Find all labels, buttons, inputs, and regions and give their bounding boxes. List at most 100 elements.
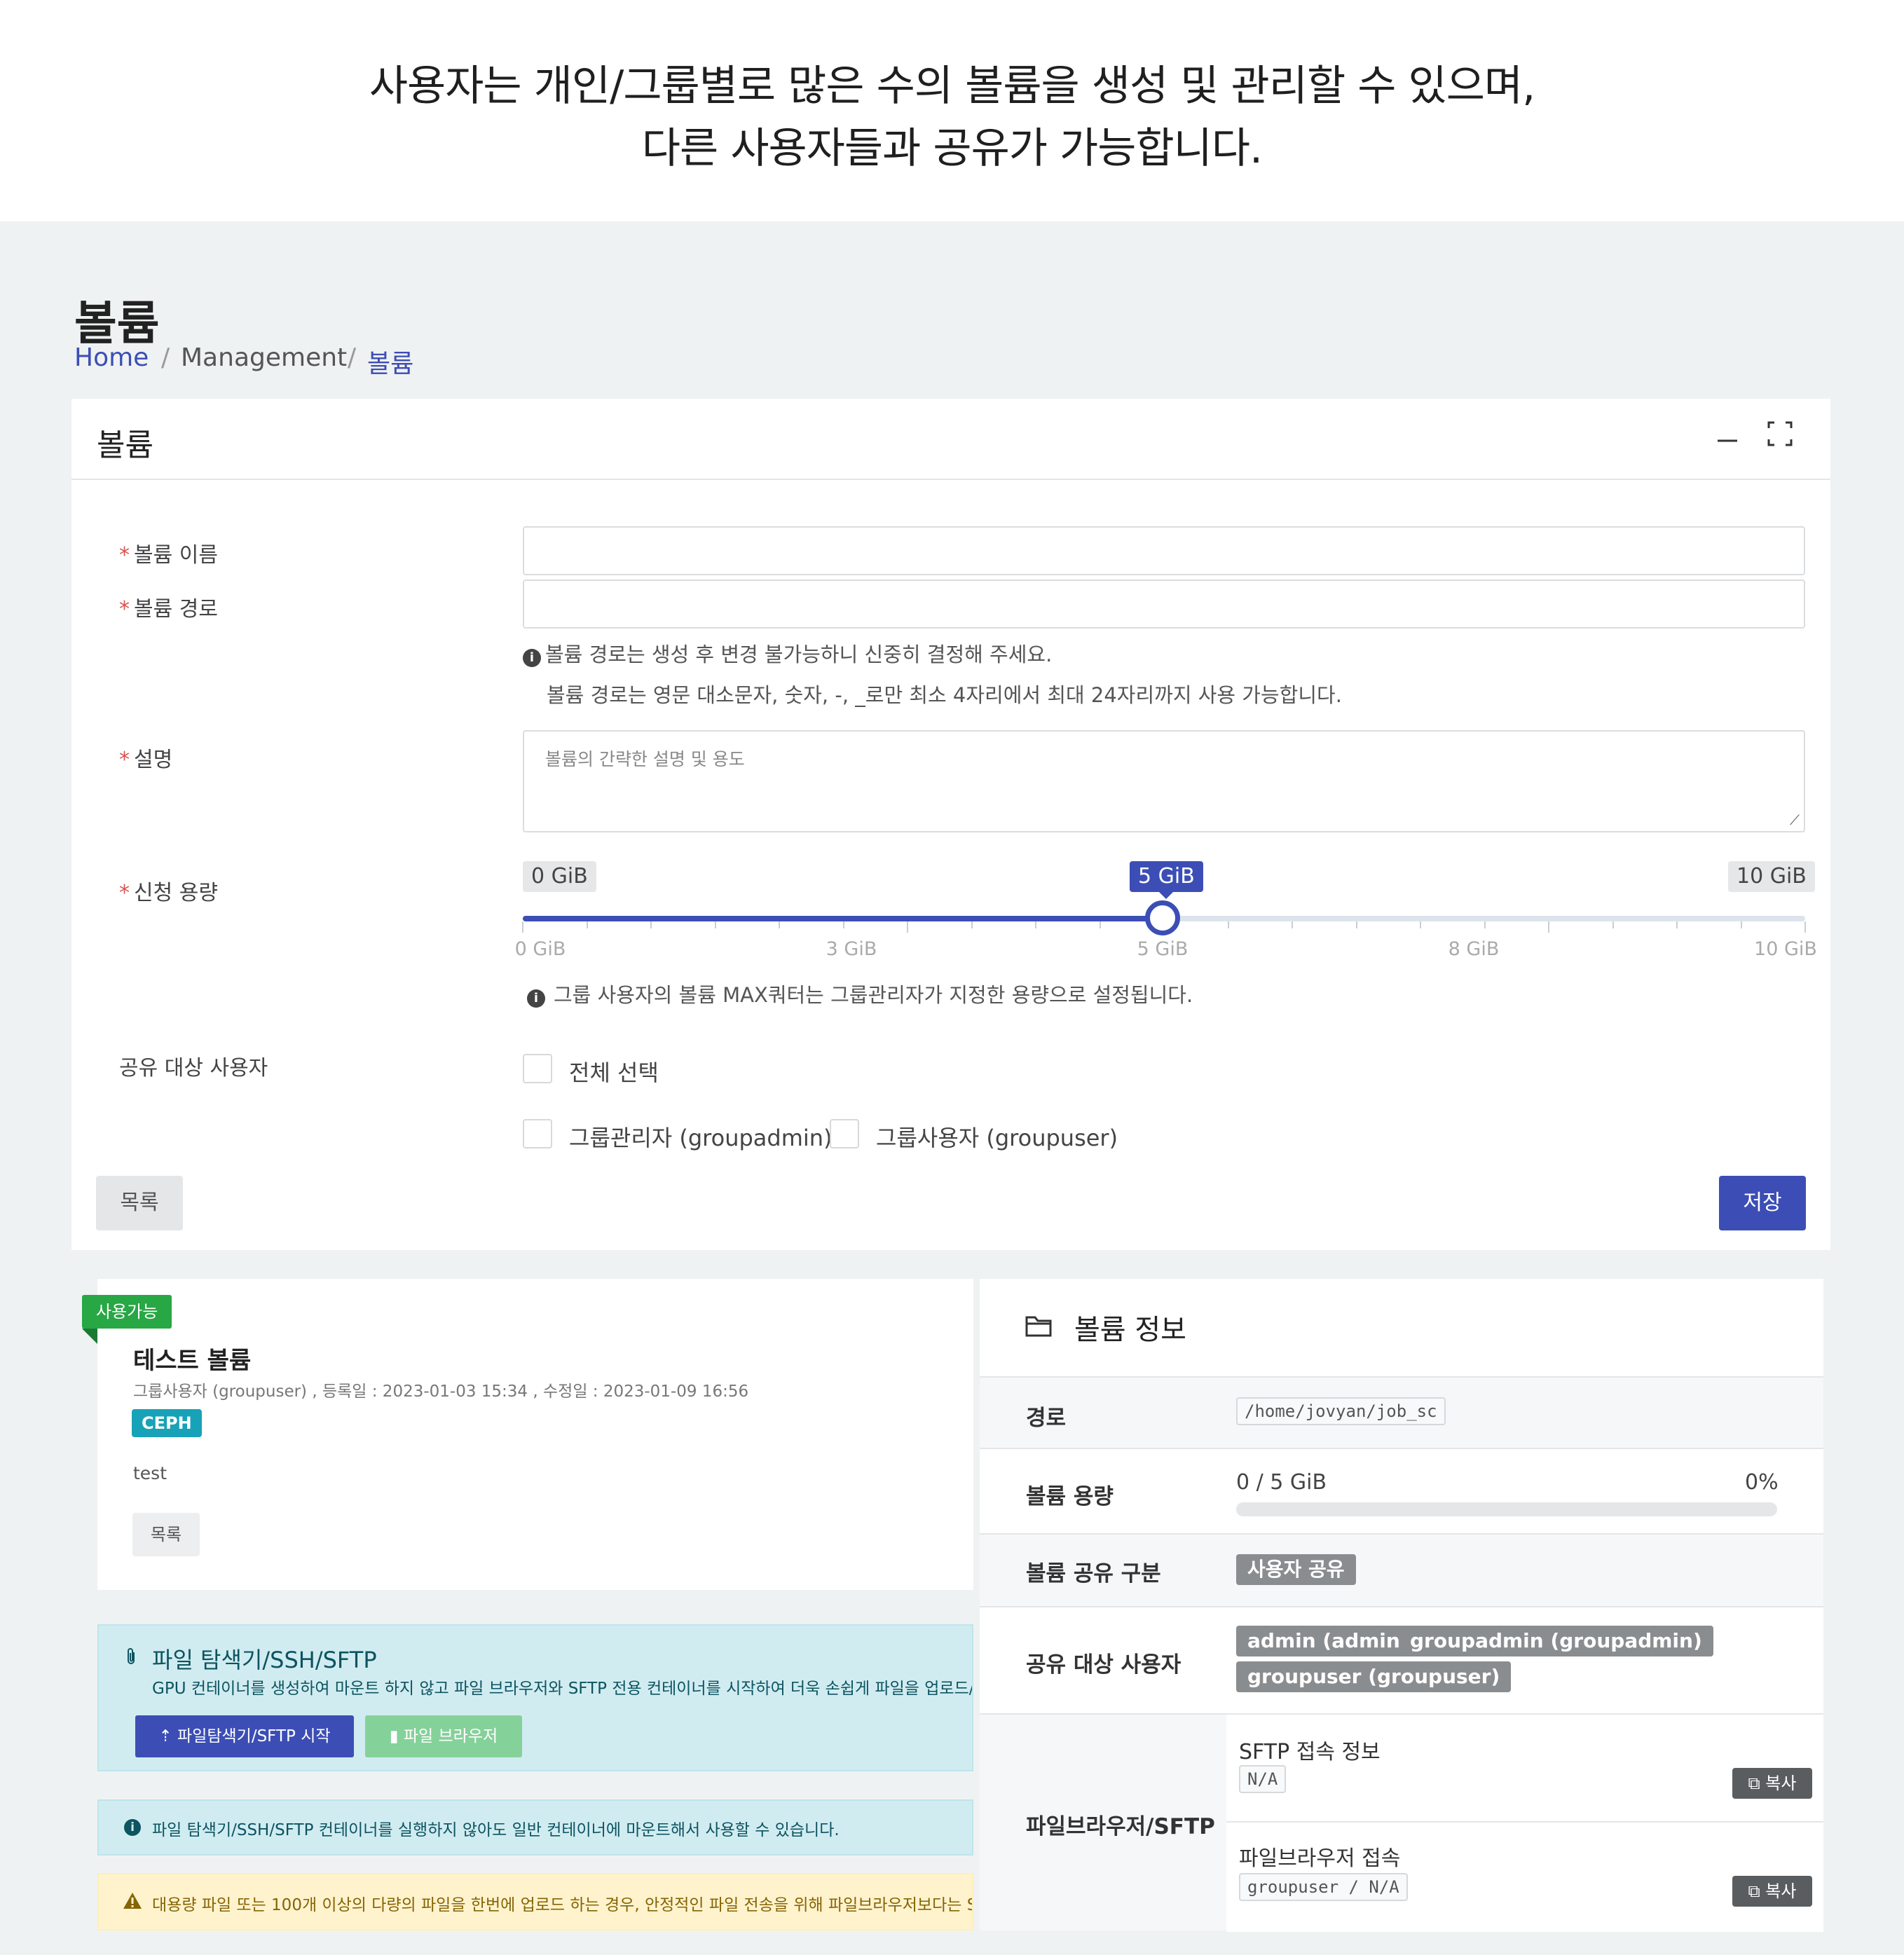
start-sftp-button[interactable]: ⇡ 파일탐색기/SFTP 시작 [135,1715,354,1757]
minimize-icon[interactable] [1715,427,1740,455]
share-type-badge: 사용자 공유 [1236,1554,1356,1585]
slider-tick [650,921,652,928]
slider-tick [1548,921,1549,933]
path-label: 경로 [1026,1406,1067,1431]
slider-tick [1355,921,1357,928]
sftp-alert-text: GPU 컨테이너를 생성하여 마운트 하지 않고 파일 브라우저와 SFTP 전… [152,1680,973,1698]
sftp-alert-title: 파일 탐색기/SSH/SFTP [152,1647,377,1673]
slider-tick [714,921,716,928]
divider [1226,1821,1823,1823]
slider-tick [1484,921,1486,928]
slider-tick [779,921,780,928]
slider-tick [1035,921,1036,928]
tick-label: 0 GiB [514,938,566,960]
status-ribbon: 사용가능 [82,1295,172,1329]
list-button[interactable]: 목록 [96,1176,183,1230]
groupadmin-label[interactable]: 그룹관리자 (groupadmin) [569,1120,833,1153]
volume-name: 테스트 볼륨 [133,1347,252,1375]
info-row-capacity: 볼륨 용량 0 / 5 GiB 0% [980,1448,1823,1533]
groupuser-label[interactable]: 그룹사용자 (groupuser) [876,1120,1118,1153]
slider-max-label: 10 GiB [1728,861,1815,892]
slider-tick [1420,921,1421,928]
card-title: 볼륨 [97,427,153,463]
groupadmin-checkbox[interactable] [523,1119,552,1148]
slider-tick [1227,921,1229,928]
breadcrumb-separator: / [161,343,170,372]
volume-path-label: * 볼륨 경로 [119,597,218,622]
capacity-progress [1236,1502,1777,1516]
required-mark: * [119,597,130,622]
slider-tick [971,921,973,928]
slider-fill [523,916,1163,921]
capacity-percent: 0% [1745,1470,1779,1495]
share-user-badge: groupadmin (groupadmin) [1399,1626,1713,1656]
slider-tick [1099,921,1101,928]
info-row-share-type: 볼륨 공유 구분 사용자 공유 [980,1533,1823,1606]
slider-min-label: 0 GiB [523,861,596,892]
info-row-path: 경로 /home/jovyan/job_sc [980,1376,1823,1448]
groupuser-checkbox[interactable] [830,1119,859,1148]
slider-value-label: 5 GiB [1130,861,1203,899]
volume-list-button[interactable]: 목록 [132,1513,200,1556]
connection-info-panel: SFTP 접속 정보 N/A ⧉ 복사 파일브라우저 접속 groupuser … [1226,1715,1823,1932]
file-browser-button[interactable]: ▮ 파일 브라우저 [365,1715,522,1757]
slider-tick [586,921,588,928]
share-type-label: 볼륨 공유 구분 [1026,1561,1161,1586]
volume-name-input[interactable] [523,526,1805,575]
tick-label: 3 GiB [826,938,877,960]
filebrowser-sftp-label: 파일브라우저/SFTP [1026,1814,1215,1839]
select-all-checkbox[interactable] [523,1054,552,1083]
hero-banner: 사용자는 개인/그룹별로 많은 수의 볼륨을 생성 및 관리할 수 있으며, 다… [0,0,1904,221]
share-users-label: 공유 대상 사용자 [119,1056,268,1081]
share-users-label: 공유 대상 사용자 [1026,1652,1182,1678]
breadcrumb-current: 볼륨 [367,350,414,378]
description-textarea[interactable]: 볼륨의 간략한 설명 및 용도 ⟋ [523,730,1805,832]
file-icon: ▮ [389,1727,404,1745]
slider-tick [1612,921,1614,928]
breadcrumb-separator: / [348,343,357,372]
required-mark: * [119,748,130,772]
breadcrumb-management[interactable]: Management [181,343,347,372]
info-icon: i [124,1819,141,1836]
info-icon: i [527,989,545,1008]
upload-icon: ⇡ [158,1727,178,1745]
sftp-info-label: SFTP 접속 정보 [1239,1740,1381,1764]
fullscreen-icon[interactable] [1766,420,1794,448]
info-row-filebrowser: 파일브라우저/SFTP SFTP 접속 정보 N/A ⧉ 복사 파일브라우저 접… [980,1713,1823,1932]
large-upload-warning: 대용량 파일 또는 100개 이상의 다량의 파일을 한번에 업로드 하는 경우… [97,1873,973,1930]
required-mark: * [119,543,130,568]
resize-grip-icon[interactable]: ⟋ [1790,811,1800,828]
info-card-title: 볼륨 정보 [1074,1314,1186,1346]
volume-form-card: 볼륨 * 볼륨 이름 * 볼륨 경로 i 볼륨 경로는 생성 후 변경 불가능하니 신… [71,399,1830,1250]
breadcrumb-home[interactable]: Home [74,343,149,372]
folder-icon [1025,1316,1052,1337]
share-user-badge: admin (admin) [1236,1626,1420,1656]
info-row-share-users: 공유 대상 사용자 admin (admin) groupadmin (grou… [980,1606,1823,1713]
mount-note-alert: i 파일 탐색기/SSH/SFTP 컨테이너를 실행하지 않아도 일반 컨테이너… [97,1799,973,1855]
capacity-hint: i 그룹 사용자의 볼륨 MAX쿼터는 그룹관리자가 지정한 용량으로 설정됩니다… [527,979,1193,1008]
slider-tick [1804,921,1806,933]
save-button[interactable]: 저장 [1719,1176,1806,1230]
path-hint-2: 볼륨 경로는 영문 대소문자, 숫자, -, _로만 최소 4자리에서 최대 2… [547,683,1342,707]
slider-tick [842,921,844,928]
share-user-badge: groupuser (groupuser) [1236,1661,1512,1692]
capacity-label: 볼륨 용량 [1026,1484,1114,1509]
warning-icon [123,1893,142,1909]
volume-summary-card [97,1279,973,1590]
path-value: /home/jovyan/job_sc [1236,1397,1446,1425]
volume-description: test [133,1463,167,1483]
copy-fb-button[interactable]: ⧉ 복사 [1732,1876,1812,1907]
path-hint-1: i 볼륨 경로는 생성 후 변경 불가능하니 신중히 결정해 주세요. [523,638,1052,668]
fb-access-label: 파일브라우저 접속 [1239,1846,1401,1871]
tick-label: 5 GiB [1137,938,1189,960]
info-icon: i [523,649,541,667]
hero-line-2: 다른 사용자들과 공유가 가능합니다. [641,124,1263,173]
slider-handle[interactable] [1145,900,1180,935]
select-all-label[interactable]: 전체 선택 [569,1055,659,1088]
capacity-label: * 신청 용량 [119,881,218,905]
card-header: 볼륨 [71,399,1830,480]
copy-sftp-button[interactable]: ⧉ 복사 [1732,1768,1812,1799]
warning-text: 대용량 파일 또는 100개 이상의 다량의 파일을 한번에 업로드 하는 경우… [152,1896,973,1914]
volume-path-input[interactable] [523,579,1805,629]
hero-line-1: 사용자는 개인/그룹별로 많은 수의 볼륨을 생성 및 관리할 수 있으며, [369,62,1535,111]
